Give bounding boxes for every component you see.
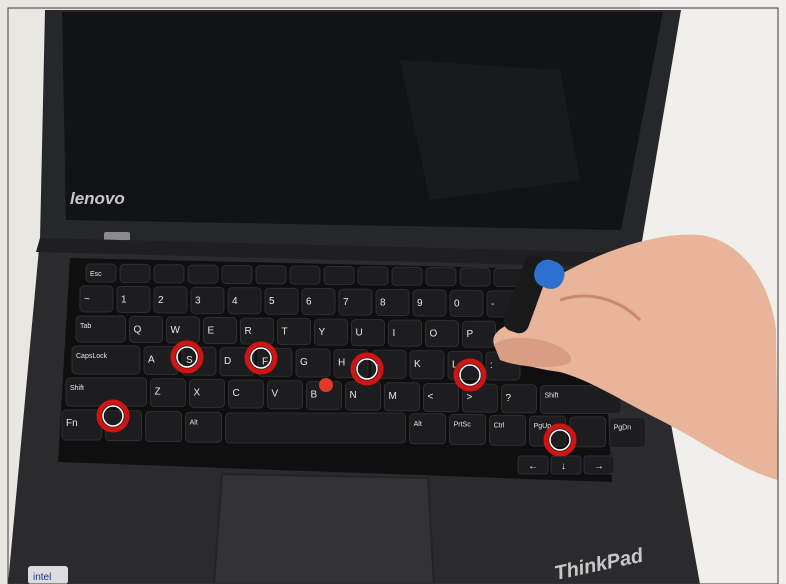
arrow-key-label: ↓ xyxy=(561,461,566,472)
key-label: Alt xyxy=(414,421,422,428)
key-label: Ctrl xyxy=(494,422,505,429)
key[interactable] xyxy=(289,265,321,285)
key-label: Shift xyxy=(70,385,84,392)
key-label: U xyxy=(356,328,363,339)
key-label: Fn xyxy=(66,418,78,429)
key[interactable] xyxy=(187,264,219,284)
key-label: 7 xyxy=(343,297,349,308)
key-label: PgDn xyxy=(614,425,632,432)
key-label: Tab xyxy=(80,323,91,330)
key-label: PrtSc xyxy=(454,422,472,429)
key-label: 5 xyxy=(269,296,275,307)
key-label: T xyxy=(282,327,288,338)
key-label: O xyxy=(430,329,438,340)
key-label: H xyxy=(338,358,345,369)
key-label: < xyxy=(428,391,434,402)
intel-sticker-label: intel xyxy=(33,572,51,583)
arrow-key-label: → xyxy=(594,461,604,472)
key-label: R xyxy=(245,326,252,337)
key[interactable] xyxy=(225,412,407,444)
key-label: ? xyxy=(506,393,512,404)
key-label: 3 xyxy=(195,295,201,306)
key-label: P xyxy=(467,329,474,340)
key[interactable] xyxy=(391,266,423,286)
key[interactable] xyxy=(153,264,185,284)
key[interactable] xyxy=(255,265,287,285)
key[interactable] xyxy=(449,414,487,446)
key-label: 6 xyxy=(306,297,312,308)
key[interactable] xyxy=(185,411,223,443)
key-label: 4 xyxy=(232,296,238,307)
key[interactable] xyxy=(221,264,253,284)
key-label: G xyxy=(300,357,308,368)
key-label: Esc xyxy=(90,271,102,278)
key-label: 0 xyxy=(454,298,460,309)
key[interactable] xyxy=(409,413,447,445)
screen-reflection xyxy=(400,60,580,200)
key-label: : xyxy=(490,360,493,371)
key-label: D xyxy=(224,356,231,367)
photo-scene: lenovo EscHome~1234567890-TabQWERTYUIOPC… xyxy=(0,0,786,584)
key-label: - xyxy=(491,299,494,310)
key-label: 2 xyxy=(158,295,164,306)
key-label: I xyxy=(393,328,396,339)
lenovo-logo: lenovo xyxy=(70,189,125,208)
key-label: A xyxy=(148,355,155,366)
key-label: 9 xyxy=(417,298,423,309)
touchpad[interactable] xyxy=(212,472,436,584)
key[interactable] xyxy=(425,267,457,287)
key-label: Z xyxy=(155,387,161,398)
photo-canvas: lenovo EscHome~1234567890-TabQWERTYUIOPC… xyxy=(0,0,786,584)
key[interactable] xyxy=(145,411,183,443)
key-label: ~ xyxy=(84,294,90,305)
key[interactable] xyxy=(119,263,151,283)
key[interactable] xyxy=(357,266,389,286)
key-label: > xyxy=(467,392,473,403)
key-label: K xyxy=(414,359,421,370)
arrow-keys: ← ↓ → xyxy=(517,455,615,475)
key[interactable] xyxy=(71,345,141,375)
key[interactable] xyxy=(609,417,647,449)
key-label: 1 xyxy=(121,294,127,305)
key-label: M xyxy=(389,391,397,402)
key[interactable] xyxy=(459,267,491,287)
key-label: E xyxy=(208,326,215,337)
key-label: Q xyxy=(134,325,142,336)
key-label: V xyxy=(272,389,279,400)
arrow-key-label: ← xyxy=(528,461,538,472)
key[interactable] xyxy=(323,266,355,286)
key-label: X xyxy=(194,387,201,398)
key-label: B xyxy=(311,389,318,400)
key-label: W xyxy=(171,325,181,336)
key-label: Y xyxy=(319,327,326,338)
trackpoint[interactable] xyxy=(319,378,333,392)
key-label: S xyxy=(186,355,193,366)
arrow-key[interactable] xyxy=(550,455,582,475)
key-label: CapsLock xyxy=(76,353,108,360)
key-label: 8 xyxy=(380,298,386,309)
key[interactable] xyxy=(489,414,527,446)
key-label: C xyxy=(233,388,240,399)
key-label: N xyxy=(350,390,357,401)
key-label: Shift xyxy=(545,392,559,399)
key-label: Alt xyxy=(190,419,198,426)
laptop-screen xyxy=(62,12,663,230)
